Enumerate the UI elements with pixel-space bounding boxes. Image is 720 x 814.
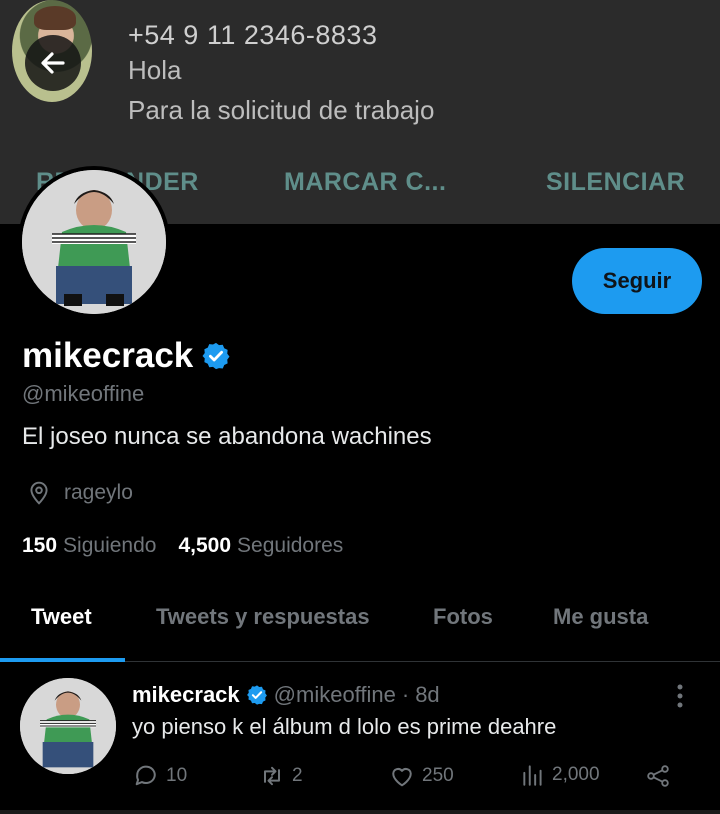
followers-count: 4,500 xyxy=(178,534,232,557)
follow-button[interactable]: Seguir xyxy=(572,248,702,314)
tweet-author-handle: @mikeoffine xyxy=(273,682,396,707)
verified-badge-icon xyxy=(246,685,267,705)
profile-avatar[interactable] xyxy=(18,166,170,318)
tab-tweets[interactable]: Tweet xyxy=(31,604,92,630)
profile-handle: @mikeoffine xyxy=(22,381,145,406)
views-count: 2,000 xyxy=(552,764,600,785)
notification-message-line1: Hola xyxy=(128,55,182,85)
profile-location: rageylo xyxy=(26,480,133,506)
location-pin-icon xyxy=(30,481,48,505)
retweet-button[interactable]: 2 xyxy=(258,762,303,790)
tweet-text: yo pienso k el álbum d lolo es prime dea… xyxy=(132,714,557,739)
tab-tweets-and-replies[interactable]: Tweets y respuestas xyxy=(156,604,370,630)
like-icon xyxy=(392,768,412,787)
tweet-separator: · xyxy=(401,682,410,707)
reply-count: 10 xyxy=(166,765,188,786)
views-button[interactable]: 2,000 xyxy=(520,762,600,788)
tab-likes[interactable]: Me gusta xyxy=(553,604,648,630)
followers-label: Seguidores xyxy=(237,534,344,557)
notification-sender: +54 9 11 2346-8833 xyxy=(128,20,378,50)
profile-tabs: Tweet Tweets y respuestas Fotos Me gusta xyxy=(0,590,720,662)
tweet-avatar[interactable] xyxy=(20,678,116,774)
retweet-count: 2 xyxy=(292,765,303,786)
profile-bio: El joseo nunca se abandona wachines xyxy=(22,423,432,450)
verified-badge-icon xyxy=(202,342,230,370)
divider xyxy=(0,810,720,814)
back-button[interactable] xyxy=(25,35,81,91)
tab-photos[interactable]: Fotos xyxy=(433,604,493,630)
following-stat[interactable]: 150 Siguiendo xyxy=(22,534,156,558)
tweet-timestamp: 8d xyxy=(415,682,440,707)
like-button[interactable]: 250 xyxy=(388,762,454,790)
like-count: 250 xyxy=(422,765,454,786)
tweet-avatar-photo xyxy=(20,678,116,774)
reply-icon xyxy=(135,765,156,786)
profile-stats: 150 Siguiendo 4,500 Seguidores xyxy=(22,534,343,558)
more-vertical-icon xyxy=(677,684,683,708)
mark-read-action[interactable]: MARCAR C... xyxy=(284,168,446,197)
followers-stat[interactable]: 4,500 Seguidores xyxy=(178,534,343,558)
profile-name-text: mikecrack xyxy=(22,336,194,375)
profile-name: mikecrack xyxy=(22,336,231,376)
tweet-actions: 10 2 250 2,000 xyxy=(132,762,692,792)
views-icon xyxy=(523,765,542,786)
retweet-icon xyxy=(264,766,280,786)
reply-button[interactable]: 10 xyxy=(132,762,187,790)
more-options-button[interactable] xyxy=(670,682,690,715)
share-icon xyxy=(647,765,669,787)
share-button[interactable] xyxy=(644,762,672,790)
location-text: rageylo xyxy=(64,481,133,504)
back-arrow-icon xyxy=(41,52,65,74)
avatar-photo xyxy=(22,170,166,314)
following-count: 150 xyxy=(22,534,58,557)
tweet-item[interactable]: mikecrack @mikeoffine · 8d yo pienso k e… xyxy=(0,662,720,812)
tweet-header: mikecrack @mikeoffine · 8d xyxy=(132,682,440,708)
mute-action[interactable]: SILENCIAR xyxy=(546,168,685,197)
following-label: Siguiendo xyxy=(63,534,157,557)
tweet-author-name[interactable]: mikecrack xyxy=(132,682,240,708)
notification-message-line2: Para la solicitud de trabajo xyxy=(128,95,435,125)
